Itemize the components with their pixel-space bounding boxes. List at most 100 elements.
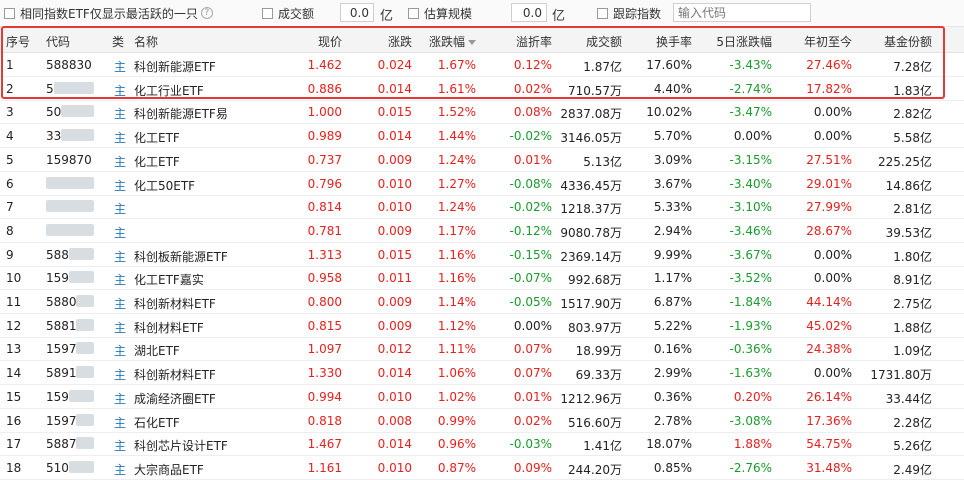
row-shares: 1731.80万 [870,368,932,383]
row-change-pct: 1.24% [437,200,476,215]
table-row[interactable]: 14 5891 主科创新材料ETF 1.330 0.014 1.06% 0.07% 69.33… [0,361,964,386]
row-change: 0.011 [377,271,412,286]
row-type: 主 [114,178,127,193]
row-turnover: 10.02% [646,105,692,120]
table-row[interactable]: 11 5880 主科创新材料ETF 0.800 0.009 1.14% -0.05% 1517… [0,290,964,314]
volume-checkbox[interactable] [262,7,273,19]
row-price: 0.814 [307,200,342,215]
row-ytd: 29.01% [806,176,852,191]
row-change: 0.008 [377,413,412,428]
row-change: 0.014 [377,129,412,144]
row-volume: 18.99万 [575,344,622,359]
col-change-pct[interactable]: 涨跌幅 [429,33,476,50]
row-change-pct: 0.96% [437,437,476,452]
row-price: 1.462 [307,58,342,72]
col-5day[interactable]: 5日涨跌幅 [716,33,772,50]
table-row[interactable]: 18 510 主大宗商品ETF 1.161 0.010 0.87% 0.09% 244.20万… [0,456,964,480]
row-code: 5881 [46,318,77,333]
row-code: 50 [46,105,62,120]
row-volume: 992.68万 [568,273,622,288]
row-price: 1.313 [307,247,342,262]
row-change-pct: 1.61% [437,81,476,96]
row-type: 主 [114,107,127,122]
table-row[interactable]: 9 588 主科创板新能源ETF 1.313 0.015 1.16% -0.15% 2369.… [0,243,964,267]
row-type: 主 [114,368,127,383]
row-price: 0.958 [307,271,342,286]
row-change: 0.014 [377,81,412,96]
row-shares: 33.44亿 [885,391,932,406]
row-5day: -3.40% [729,176,772,191]
table-row[interactable]: 15 159 主成渝经济圈ETF 0.994 0.010 1.02% 0.01% 1212.9… [0,385,964,409]
table-row[interactable]: 16 1597 主石化ETF 0.818 0.008 0.99% 0.02% 516.60万 2… [0,409,964,433]
row-volume: 1517.90万 [560,297,622,311]
same-index-filter[interactable]: 相同指数ETF仅显示最活跃的一只 ? [4,5,213,21]
volume-unit: 亿 [380,9,394,24]
row-shares: 8.91亿 [893,273,932,288]
track-index-checkbox[interactable] [597,7,608,19]
table-row[interactable]: 13 1597 主湖北ETF 1.097 0.012 1.11% 0.07% 18.99万 0.… [0,337,964,362]
table-row[interactable]: 12 5881 主科创材料ETF 0.815 0.009 1.12% 0.00% 803.97… [0,314,964,338]
scale-filter[interactable]: 估算规模 [408,5,472,21]
col-index[interactable]: 序号 [6,33,30,50]
col-name[interactable]: 名称 [134,33,158,50]
row-price: 0.800 [307,295,342,309]
row-turnover: 18.07% [646,437,692,452]
scale-input[interactable] [511,3,547,22]
row-code: 5 [46,81,54,96]
col-change[interactable]: 涨跌 [388,33,412,50]
code-input[interactable] [673,3,811,22]
table-row[interactable]: 4 33 主化工ETF 0.989 0.014 1.44% -0.02% 3146.05万 5.… [0,124,964,149]
row-change: 0.009 [377,295,412,309]
row-5day: -0.36% [729,342,772,357]
row-ytd: 28.67% [806,223,852,238]
row-premium: -0.15% [509,247,552,262]
col-code[interactable]: 代码 [46,33,70,50]
track-index-filter[interactable]: 跟踪指数 [597,5,661,21]
table-header: 序号 代码 类 名称 现价 涨跌 涨跌幅 溢折率 成交额 换手率 5日涨跌幅 年… [0,27,964,53]
row-name: 石化ETF [134,415,180,430]
table-row[interactable]: 7 主 0.814 0.010 1.24% -0.02% 1218.37万 5.33% -3.1… [0,195,964,220]
row-name: 科创芯片设计ETF [134,439,228,454]
table-row[interactable]: 6 主化工50ETF 0.796 0.010 1.27% -0.08% 4336.45万 3.… [0,172,964,196]
scale-checkbox[interactable] [408,7,419,19]
row-volume: 9080.78万 [560,225,622,240]
table-row[interactable]: 3 50 主科创新能源ETF易 1.000 0.015 1.52% 0.08% 2837.08… [0,100,964,125]
row-shares: 1.88亿 [893,320,932,335]
table-row[interactable]: 5 159870 主化工ETF 0.737 0.009 1.24% 0.01% 5.13亿 3.… [0,148,964,172]
volume-filter[interactable]: 成交额 [262,5,314,21]
table-row[interactable]: 8 主 0.781 0.009 1.17% -0.12% 9080.78万 2.94% -3.4… [0,219,964,243]
row-change-pct: 1.12% [437,318,476,333]
row-5day: 0.20% [733,389,772,404]
row-code: 5880 [46,295,77,309]
row-volume: 2369.14万 [560,249,622,264]
same-index-checkbox[interactable] [4,7,15,19]
table-row[interactable]: 17 5887 主科创芯片设计ETF 1.467 0.014 0.96% -0.03% 1.4… [0,432,964,457]
table-row[interactable]: 2 5 主化工行业ETF 0.886 0.014 1.61% 0.02% 710.57万 4.4… [0,77,964,101]
volume-input[interactable] [340,3,374,22]
table-row[interactable]: 10 159 主化工ETF嘉实 0.958 0.011 1.16% -0.07% 992.68… [0,266,964,291]
row-price: 1.330 [307,366,342,381]
col-volume[interactable]: 成交额 [586,33,622,50]
col-shares[interactable]: 基金份额 [884,33,932,50]
col-premium[interactable]: 溢折率 [516,33,552,50]
row-change: 0.015 [377,105,412,120]
row-premium: -0.12% [509,223,552,238]
row-change-pct: 1.06% [437,366,476,381]
row-ytd: 0.00% [813,247,852,262]
row-shares: 2.81亿 [893,202,932,217]
row-turnover: 1.17% [653,271,692,286]
col-turnover[interactable]: 换手率 [656,33,692,50]
help-icon[interactable]: ? [200,7,213,19]
row-ytd: 0.00% [813,366,852,381]
col-ytd[interactable]: 年初至今 [804,33,852,50]
col-type[interactable]: 类 [112,33,124,50]
table-row[interactable]: 1 588830 主科创新能源ETF 1.462 0.024 1.67% 0.12% 1.87… [0,53,964,77]
row-5day: -3.08% [729,413,772,428]
row-ytd: 44.14% [806,295,852,309]
col-price[interactable]: 现价 [318,33,342,50]
row-change: 0.014 [377,366,412,381]
row-name: 科创材料ETF [134,320,204,335]
row-ytd: 27.99% [806,200,852,215]
row-code: 159870 [46,152,92,167]
row-change: 0.010 [377,176,412,191]
